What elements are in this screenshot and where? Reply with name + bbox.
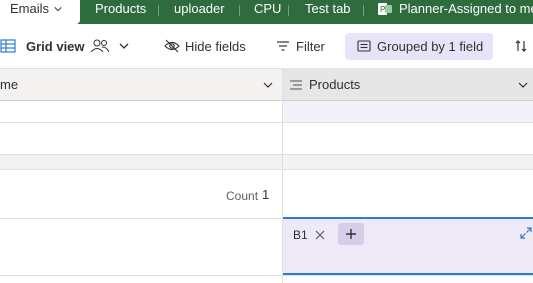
count-label: Count [226,189,259,203]
products-column-header-label: Products [309,77,361,92]
view-toolbar: Grid view Hide fields Filter Grouped by … [0,24,533,68]
tab-test-tab[interactable]: Test tab [305,0,351,24]
filter-icon [277,41,289,51]
name-column-header-label: me [0,77,19,92]
row-divider [0,275,533,276]
data-grid: me Products Count 1 B1 [0,68,533,283]
products-cell[interactable] [283,101,533,122]
add-product-button[interactable] [338,223,364,245]
filter-button[interactable]: Filter [275,24,325,68]
tab-emails-label: Emails [10,1,50,16]
tab-cpu[interactable]: CPU [254,0,281,24]
chevron-down-icon [119,43,129,49]
tab-divider [158,5,159,16]
row-divider [0,122,533,123]
tab-divider [363,5,364,16]
table-tab-bar: Emails Products uploader CPU Test tab P … [0,0,533,24]
tab-test-tab-label: Test tab [305,1,351,16]
multi-line-text-icon [290,80,302,90]
group-header-band [0,154,533,170]
grid-view-label: Grid view [26,38,85,54]
group-icon [357,40,371,52]
chevron-down-icon[interactable] [517,79,529,91]
column-divider[interactable] [282,68,283,283]
tab-products[interactable]: Products [95,0,146,24]
collaborators-button[interactable] [90,24,110,68]
selected-products-cell[interactable] [283,217,533,275]
sort-button[interactable] [513,24,529,68]
tab-products-label: Products [95,1,147,16]
view-options-button[interactable] [118,24,130,68]
group-by-button-content[interactable]: Grouped by 1 field [356,24,483,68]
expand-icon[interactable] [519,226,533,240]
tab-divider [239,5,240,16]
tab-uploader-label: uploader [174,1,225,16]
grid-view-icon [0,39,16,53]
hide-fields-button[interactable]: Hide fields [164,24,246,68]
tab-uploader[interactable]: uploader [174,0,225,24]
grid-view-button[interactable]: Grid view [0,24,85,68]
product-chip-label: B1 [293,228,308,242]
chevron-down-icon[interactable] [262,79,274,91]
close-icon[interactable] [314,229,326,241]
planner-icon: P [378,3,392,15]
eye-off-icon [164,39,180,53]
hide-fields-label: Hide fields [185,38,246,54]
plus-icon [346,229,356,239]
count-value: 1 [262,187,270,202]
svg-text:P: P [380,5,385,14]
sort-icon [515,40,527,52]
chevron-down-icon[interactable] [54,5,62,13]
tab-divider [288,5,289,16]
group-by-label: Grouped by 1 field [377,38,484,54]
filter-label: Filter [296,38,325,54]
tab-emails[interactable]: Emails [0,0,80,24]
tab-cpu-label: CPU [254,1,282,16]
tab-planner-assigned-label: Planner-Assigned to me [399,1,533,16]
people-icon [90,39,110,53]
